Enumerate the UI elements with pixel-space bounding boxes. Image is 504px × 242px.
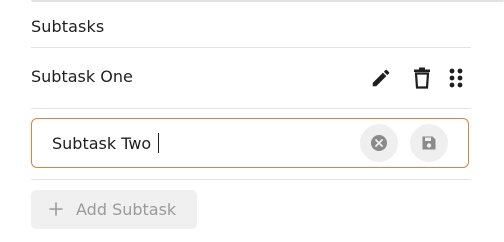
cancel-edit-button[interactable] [360,124,398,162]
plus-icon [49,202,63,216]
subtask-row: Subtask One [31,48,471,108]
edit-button[interactable] [368,65,394,91]
x-circle-icon [371,135,387,151]
section-title: Subtasks [31,17,105,36]
add-subtask-button[interactable]: Add Subtask [31,190,197,229]
text-caret [158,133,159,153]
floppy-disk-icon [422,136,436,150]
subtask-label: Subtask One [31,67,133,86]
save-edit-button[interactable] [410,124,448,162]
pencil-icon [372,69,390,87]
trash-icon [414,67,430,89]
add-subtask-label: Add Subtask [76,200,177,219]
drag-handle[interactable] [443,65,469,91]
delete-button[interactable] [409,65,435,91]
subtask-name-input[interactable] [52,132,352,154]
divider [31,179,471,180]
drag-handle-icon [449,68,463,88]
subtask-edit-field [31,118,469,168]
divider [31,108,471,109]
card-top-edge [31,0,504,2]
